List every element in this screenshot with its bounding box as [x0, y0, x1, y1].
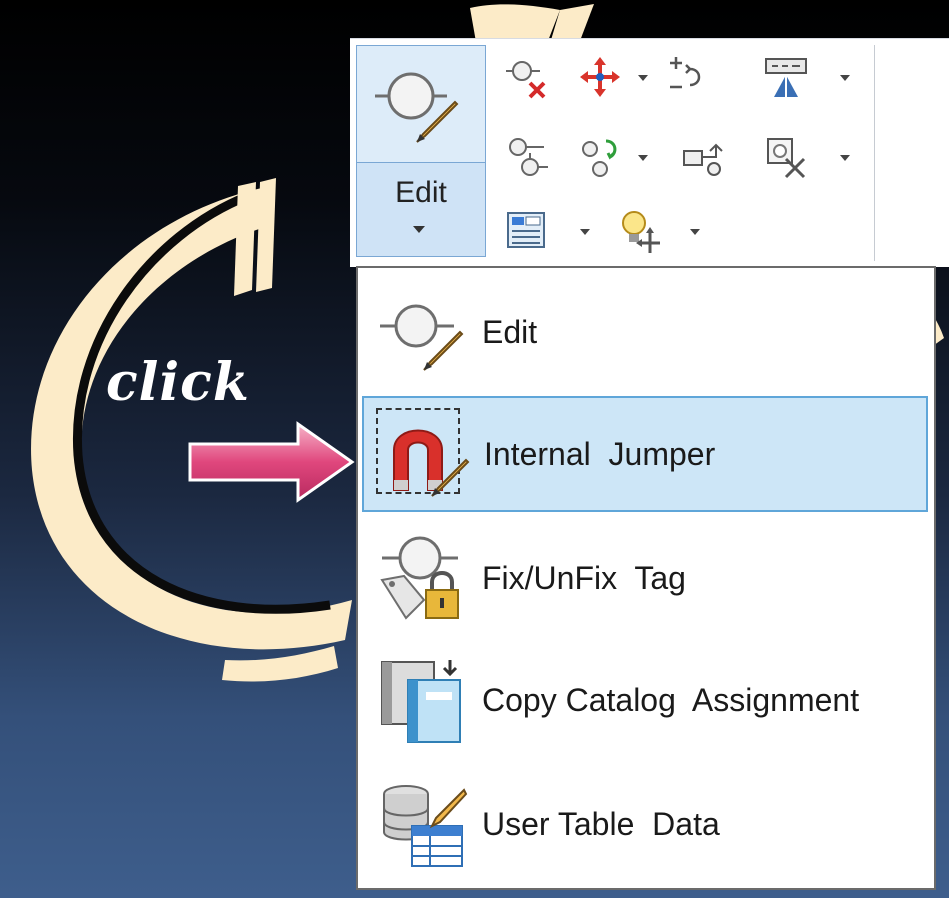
reroute-icon[interactable] — [676, 129, 732, 185]
insert-component-icon[interactable] — [758, 49, 814, 105]
edit-dropdown-caret-icon[interactable] — [413, 226, 425, 233]
edit-component-icon — [372, 288, 476, 380]
swap-icon[interactable] — [572, 129, 628, 185]
menu-item-label: Edit — [482, 314, 538, 350]
edit-split-button[interactable]: Edit — [356, 45, 486, 257]
move-icon[interactable] — [572, 49, 628, 105]
delete-connector-icon[interactable] — [500, 49, 556, 105]
copy-catalog-icon — [372, 656, 476, 748]
edit-dropdown-menu: Edit Internal Jumper Fix/UnFix Tag Copy … — [356, 266, 936, 890]
toggle-connector-icon[interactable] — [500, 129, 556, 185]
menu-item-internal-jumper[interactable]: Internal Jumper — [362, 396, 928, 512]
menu-item-copy-catalog-assignment[interactable]: Copy Catalog Assignment — [362, 644, 928, 760]
move-dropdown-caret-icon[interactable] — [638, 75, 648, 81]
lamp-move-icon[interactable] — [612, 203, 668, 259]
scale-icon[interactable] — [758, 129, 814, 185]
attribute-editor-icon[interactable] — [500, 203, 556, 259]
flip-icon[interactable] — [658, 49, 714, 105]
menu-item-fix-unfix-tag[interactable]: Fix/UnFix Tag — [362, 522, 928, 638]
pointer-arrow-icon — [188, 421, 355, 503]
fix-tag-icon — [372, 534, 476, 626]
menu-item-edit[interactable]: Edit — [362, 276, 928, 392]
attribute-dropdown-caret-icon[interactable] — [580, 229, 590, 235]
menu-item-label: Internal Jumper — [484, 436, 716, 472]
menu-item-label: User Table Data — [482, 806, 720, 842]
scale-dropdown-caret-icon[interactable] — [840, 155, 850, 161]
edit-button-label[interactable]: Edit — [357, 176, 485, 210]
internal-jumper-icon — [374, 410, 478, 502]
ribbon-panel: Edit — [350, 38, 949, 267]
lamp-move-dropdown-caret-icon[interactable] — [690, 229, 700, 235]
menu-item-label: Fix/UnFix Tag — [482, 560, 686, 596]
edit-component-icon — [375, 72, 459, 143]
menu-item-label: Copy Catalog Assignment — [482, 682, 860, 718]
menu-item-user-table-data[interactable]: User Table Data — [362, 768, 928, 884]
user-table-icon — [372, 780, 476, 872]
click-annotation: click — [106, 352, 250, 413]
ribbon-separator — [874, 45, 875, 261]
insert-dropdown-caret-icon[interactable] — [840, 75, 850, 81]
swap-dropdown-caret-icon[interactable] — [638, 155, 648, 161]
edit-button-icon-area[interactable] — [357, 46, 485, 163]
